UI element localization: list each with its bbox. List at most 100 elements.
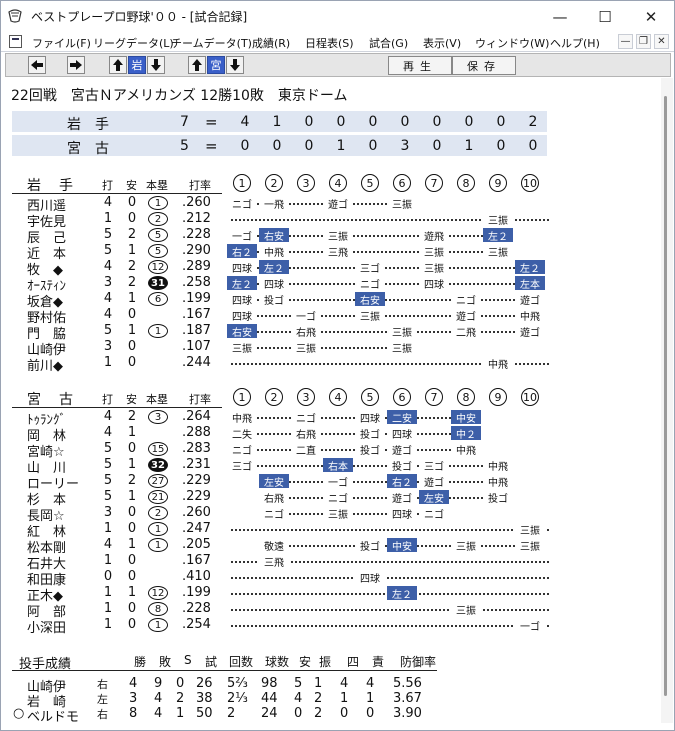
player-row[interactable]: 宇佐見 1 0 2.212 三振 <box>5 211 661 230</box>
team2-up-button[interactable] <box>188 56 206 74</box>
scrollbar-thumb[interactable] <box>664 96 667 696</box>
col-strikeouts: 振 <box>319 655 332 669</box>
pitcher-row[interactable]: 岩 崎左 3 4 2 38 2⅓ 44 4 2 1 1 3.67 <box>5 691 661 710</box>
menu-team-data[interactable]: チームデータ(T) <box>171 35 252 51</box>
vertical-scrollbar[interactable] <box>661 78 673 723</box>
menu-game[interactable]: 試合(G) <box>369 35 408 51</box>
home-runs-badge: 1 <box>148 324 168 338</box>
pitcher-mark: ○ <box>13 706 25 721</box>
player-row[interactable]: 西川遥 4 0 1.260 ニゴ 一飛 遊ゴ 三振 <box>5 195 661 214</box>
inning-number: 1 <box>233 174 251 192</box>
at-bats: 5 <box>103 323 113 338</box>
hits: 1 <box>127 457 137 472</box>
mdi-restore-button[interactable]: ❐ <box>636 34 651 49</box>
player-row[interactable]: 前川◆ 1 0 .244 中飛 <box>5 355 661 374</box>
at-bats: 5 <box>103 457 113 472</box>
linescore-inning: 0 <box>432 138 442 154</box>
at-bats: 5 <box>103 227 113 242</box>
col-hits: 安 <box>126 179 137 192</box>
at-bat-result: 二直 <box>291 442 321 457</box>
hits: 1 <box>127 537 137 552</box>
player-row[interactable]: 岡 林 4 1.288 二失 右飛 投ゴ 四球 中２ <box>5 425 661 444</box>
batting-average: .212 <box>182 211 211 226</box>
col-wins: 勝 <box>134 655 147 669</box>
menu-view[interactable]: 表示(V) <box>423 35 461 51</box>
team1-toggle[interactable]: 岩 <box>128 56 146 74</box>
pitcher-er: 4 <box>366 676 375 691</box>
player-row[interactable]: 野村佑 4 0.167 四球 一ゴ 三振 遊ゴ 中飛 <box>5 307 661 326</box>
at-bats: 1 <box>103 355 113 370</box>
player-row[interactable]: 長岡☆ 3 0 2.260 ニゴ 三振 四球 ニゴ <box>5 505 661 524</box>
at-bat-timeline <box>274 497 498 499</box>
pitcher-hand: 左 <box>97 693 108 706</box>
player-row[interactable]: 近 本 5 1 5.290 右２ 中飛 三飛 三振 三振 <box>5 243 661 262</box>
at-bat-hit: 中２ <box>451 426 481 441</box>
player-row[interactable]: 小深田 1 0 1 .254 一ゴ <box>5 617 661 636</box>
pitcher-ip: 2 <box>227 706 236 721</box>
inning-number: 9 <box>489 388 507 406</box>
player-row[interactable]: ﾄｩﾗﾝｸﾞ 4 2 3.264 中飛 ニゴ 四球 二安 中安 <box>5 409 661 428</box>
save-button[interactable]: 保存 <box>452 56 516 75</box>
pitcher-l: 4 <box>154 706 163 721</box>
menu-league-data[interactable]: リーグデータ(L) <box>93 35 174 51</box>
next-game-button[interactable] <box>67 56 85 74</box>
team2-down-button[interactable] <box>226 56 244 74</box>
home-runs-badge: 12 <box>148 586 168 600</box>
title-bar[interactable]: ベストプレープロ野球'００ - [試合記録] — ☐ ✕ <box>1 1 674 32</box>
at-bat-hit: 右２ <box>387 474 417 489</box>
menu-file[interactable]: ファイル(F) <box>32 35 91 51</box>
pitcher-era: 3.67 <box>393 691 422 706</box>
player-row[interactable]: 紅 林 1 0 1.247 三振 <box>5 521 661 540</box>
team2-toggle[interactable]: 宮 <box>207 56 225 74</box>
at-bat-timeline <box>242 315 530 317</box>
player-row[interactable]: 辰 己 5 2 5.228 一ゴ 右安 三振 遊飛 左２ <box>5 227 661 246</box>
player-row[interactable]: 山 川 5 1 32.231 三ゴ 右本 投ゴ 三ゴ 中飛 <box>5 457 661 476</box>
player-row[interactable]: ローリー 5 2 27.229 左安 一ゴ 右２ 遊ゴ 中飛 <box>5 473 661 492</box>
player-name: 前川◆ <box>27 359 63 374</box>
maximize-button[interactable]: ☐ <box>582 1 628 32</box>
player-row[interactable]: 杉 本 5 1 21.229 右飛 ニゴ 遊ゴ 左安 投ゴ <box>5 489 661 508</box>
prev-game-button[interactable] <box>28 56 46 74</box>
home-runs-badge: 15 <box>148 442 168 456</box>
close-button[interactable]: ✕ <box>628 1 674 32</box>
player-row[interactable]: 門 脇 5 1 1.187 右安 右飛 三振 二飛 遊ゴ <box>5 323 661 342</box>
mdi-minimize-button[interactable]: — <box>618 34 633 49</box>
at-bat-result: ニゴ <box>259 506 289 521</box>
col-walks: 四 <box>347 655 360 669</box>
menu-stats[interactable]: 成績(R) <box>252 35 290 51</box>
arrow-up-icon <box>113 59 123 71</box>
team1-up-button[interactable] <box>109 56 127 74</box>
hits: 1 <box>127 489 137 504</box>
player-row[interactable]: 和田康 0 0.410 四球 <box>5 569 661 588</box>
linescore-total: 5 <box>180 138 189 154</box>
player-row[interactable]: 阿 部 1 0 8.228 三振 <box>5 601 661 620</box>
menu-help[interactable]: ヘルプ(H) <box>550 35 600 51</box>
player-row[interactable]: 坂倉◆ 4 1 6.199 四球 投ゴ 右安 ニゴ 遊ゴ <box>5 291 661 310</box>
pitcher-row[interactable]: 山崎伊右 4 9 0 26 5⅔ 98 5 1 4 4 5.56 <box>5 676 661 695</box>
menu-schedule[interactable]: 日程表(S) <box>305 35 354 51</box>
hits: 0 <box>127 601 137 616</box>
mdi-close-button[interactable]: ✕ <box>654 34 669 49</box>
document-icon[interactable] <box>9 35 22 48</box>
player-row[interactable]: 宮崎☆ 5 0 15.283 ニゴ 二直 投ゴ 遊ゴ 中飛 <box>5 441 661 460</box>
player-row[interactable]: 山崎伊 3 0.107 三振 三振 三振 <box>5 339 661 358</box>
player-row[interactable]: 正木◆ 1 1 12.199 左２ <box>5 585 661 604</box>
player-row[interactable]: 松本剛 4 1 1.205 敬遠 投ゴ 中安 三振 三振 <box>5 537 661 556</box>
minimize-button[interactable]: — <box>537 1 583 32</box>
team1-down-button[interactable] <box>147 56 165 74</box>
at-bat-result: 敬遠 <box>259 538 289 553</box>
linescore-inning: 0 <box>528 138 538 154</box>
pitcher-row[interactable]: ○ ベルドモ右 8 4 1 50 2 24 0 2 0 0 3.90 <box>5 706 661 723</box>
home-runs-badge: 1 <box>148 522 168 536</box>
linescore-team: 宮古 <box>67 141 123 157</box>
pitcher-h: 4 <box>294 691 303 706</box>
player-row[interactable]: 石井大 1 0.167 三飛 <box>5 553 661 572</box>
player-row[interactable]: ｵｰｽﾃｨﾝ 3 2 31.258 左２ 四球 ニゴ 四球 左本 <box>5 275 661 294</box>
at-bat-result: 三振 <box>387 324 417 339</box>
at-bat-timeline <box>242 465 498 467</box>
player-row[interactable]: 牧 ◆ 4 2 12.289 四球 左２ 三ゴ 三振 左２ <box>5 259 661 278</box>
at-bat-result: 一ゴ <box>291 308 321 323</box>
linescore-inning: 0 <box>240 138 250 154</box>
play-button[interactable]: 再生 <box>388 56 452 75</box>
menu-window[interactable]: ウィンドウ(W) <box>475 35 549 51</box>
